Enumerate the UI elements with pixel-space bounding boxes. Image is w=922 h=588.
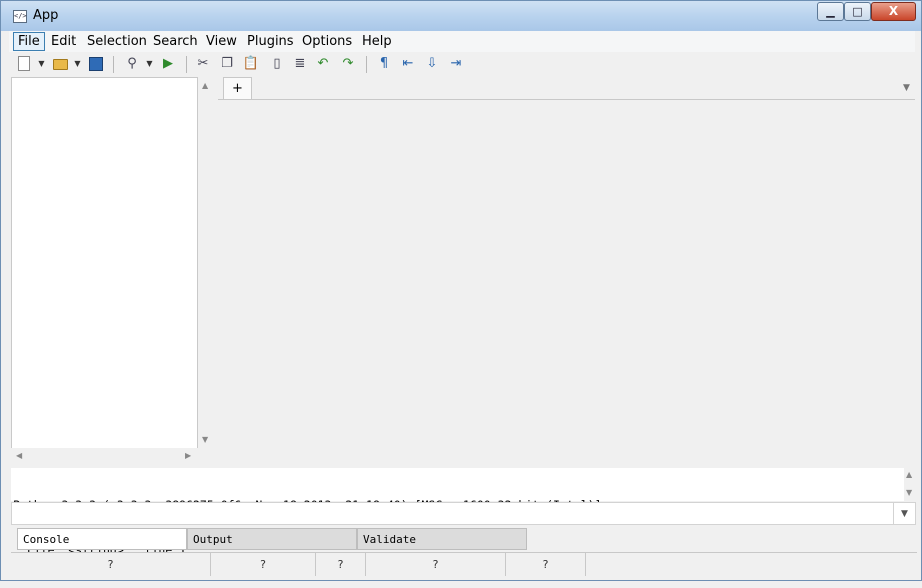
open-folder-dropdown[interactable]: ▼ (73, 55, 82, 73)
outdent-icon[interactable]: ⇤ (399, 55, 417, 73)
file-tree-horizontal-scrollbar[interactable]: ◀ ▶ (11, 448, 198, 463)
scroll-down-arrow-icon[interactable]: ▼ (202, 435, 208, 444)
find-binoculars-icon[interactable]: ⚲ (123, 55, 141, 73)
menu-bar: File Edit Selection Search View Plugins … (9, 31, 915, 52)
toolbar-separator (113, 56, 114, 73)
file-tree-vertical-scrollbar[interactable]: ▲ ▼ (198, 77, 213, 448)
toolbar: ▼ ▼ ⚲ ▼ ▶ ✂ ❐ 📋 ▯ ≣ ↶ ↷ ¶ ⇤ ⇩ ⇥ (9, 53, 915, 77)
maximize-button[interactable]: □ (844, 2, 871, 21)
redo-icon[interactable]: ↷ (339, 55, 357, 73)
tab-console[interactable]: Console (17, 528, 187, 550)
menu-view[interactable]: View (202, 32, 241, 51)
save-icon[interactable] (87, 55, 105, 73)
list-icon[interactable]: ≣ (291, 55, 309, 73)
status-bar: ? ? ? ? ? (11, 552, 917, 576)
app-code-icon: </> (13, 10, 27, 23)
bottom-panel-tabs: Console Output Validate (17, 527, 917, 551)
menu-selection[interactable]: Selection (83, 32, 151, 51)
app-window: </> App ▁ □ X File Edit Selection Search… (0, 0, 922, 581)
scroll-down-arrow-icon[interactable]: ▼ (906, 488, 912, 497)
open-folder-icon[interactable] (51, 55, 69, 73)
status-cell: ? (11, 553, 211, 576)
fold-icon[interactable]: ⇩ (423, 55, 441, 73)
new-file-icon[interactable] (15, 55, 33, 73)
close-button[interactable]: X (871, 2, 916, 21)
menu-plugins[interactable]: Plugins (243, 32, 298, 51)
find-dropdown[interactable]: ▼ (145, 55, 154, 73)
tab-bar-divider (218, 99, 915, 100)
menu-options[interactable]: Options (298, 32, 356, 51)
pilcrow-icon[interactable]: ¶ (375, 55, 393, 73)
scroll-up-arrow-icon[interactable]: ▲ (906, 470, 912, 479)
cut-icon[interactable]: ✂ (194, 55, 212, 73)
scroll-right-arrow-icon[interactable]: ▶ (185, 451, 191, 460)
undo-icon[interactable]: ↶ (314, 55, 332, 73)
status-cell: ? (211, 553, 316, 576)
copy-icon[interactable]: ❐ (218, 55, 236, 73)
new-file-dropdown[interactable]: ▼ (37, 55, 46, 73)
command-history-dropdown[interactable]: ▼ (894, 502, 916, 525)
delete-icon[interactable]: ▯ (268, 55, 286, 73)
menu-edit[interactable]: Edit (47, 32, 80, 51)
title-bar[interactable]: </> App ▁ □ X (1, 1, 921, 31)
menu-help[interactable]: Help (358, 32, 396, 51)
status-cell: ? (316, 553, 366, 576)
toolbar-separator (186, 56, 187, 73)
indent-icon[interactable]: ⇥ (447, 55, 465, 73)
tab-list-dropdown-icon[interactable]: ▼ (903, 83, 910, 93)
console-command-input[interactable] (11, 502, 894, 525)
window-title: App (33, 8, 59, 23)
paste-icon[interactable]: 📋 (242, 55, 260, 73)
menu-file[interactable]: File (13, 32, 45, 51)
status-cell: ? (506, 553, 586, 576)
console-output[interactable]: Python 3.3.3 (v3.3.3:c3896275c0f6, Nov 1… (11, 468, 904, 557)
run-icon[interactable]: ▶ (159, 55, 177, 73)
menu-search[interactable]: Search (149, 32, 202, 51)
tab-validate[interactable]: Validate (357, 528, 527, 550)
scroll-up-arrow-icon[interactable]: ▲ (202, 81, 208, 90)
tab-output[interactable]: Output (187, 528, 357, 550)
file-tree-panel[interactable] (11, 77, 198, 463)
console-vertical-scrollbar[interactable]: ▲ ▼ (904, 468, 916, 501)
scroll-left-arrow-icon[interactable]: ◀ (16, 451, 22, 460)
minimize-button[interactable]: ▁ (817, 2, 844, 21)
status-cell: ? (366, 553, 506, 576)
editor-area[interactable]: + ▼ (218, 77, 915, 463)
add-tab-button[interactable]: + (223, 77, 252, 99)
toolbar-separator (366, 56, 367, 73)
